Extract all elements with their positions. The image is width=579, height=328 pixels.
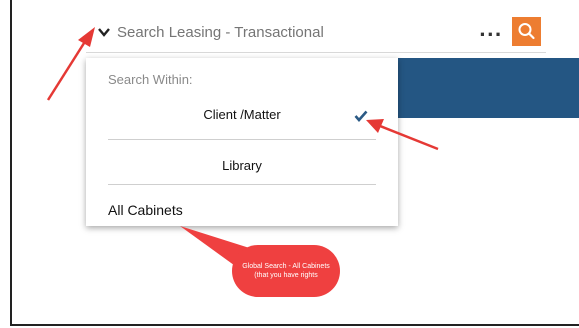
callout-text: Global Search - All Cabinets (that you h… [242, 263, 330, 279]
annotation-arrow [366, 119, 439, 151]
annotation-arrow [46, 27, 95, 101]
